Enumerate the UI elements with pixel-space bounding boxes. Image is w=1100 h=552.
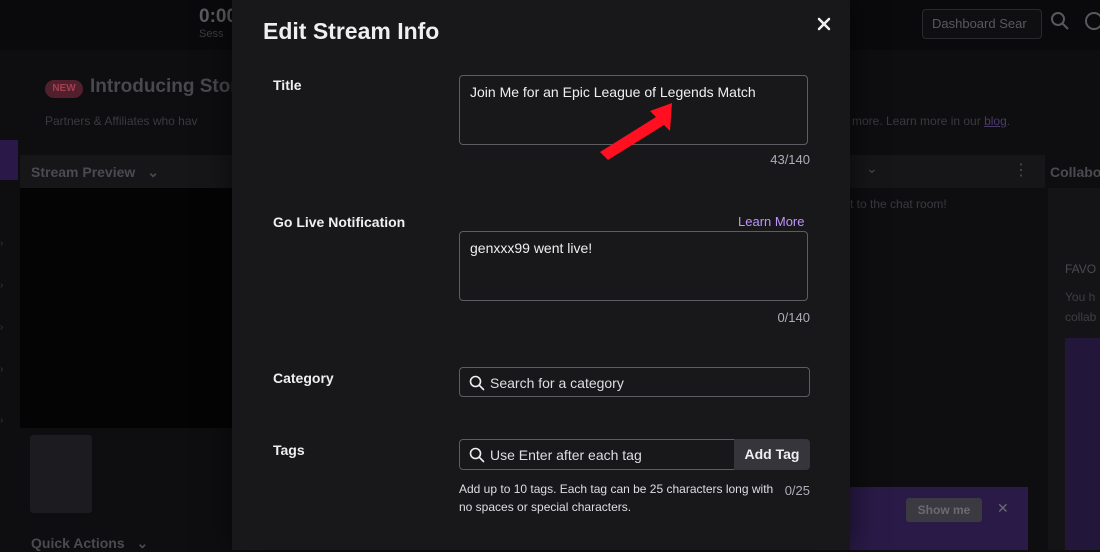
camera-placeholder-icon: [30, 435, 92, 513]
left-nav-arrow[interactable]: ›: [0, 322, 3, 333]
stream-preview-label: Stream Preview: [31, 164, 136, 180]
search-icon[interactable]: [1050, 11, 1070, 36]
quick-actions-title[interactable]: Quick Actions ⌄: [31, 535, 148, 552]
red-arrow-annotation: [600, 103, 672, 160]
tag-input[interactable]: Use Enter after each tag: [459, 439, 735, 470]
close-icon[interactable]: ✕: [997, 500, 1009, 517]
title-char-counter: 43/140: [770, 152, 810, 167]
favorites-line: collab: [1065, 310, 1097, 324]
search-icon: [469, 447, 485, 463]
blog-link[interactable]: blog: [984, 114, 1007, 128]
announcement-more-text: more. Learn more in our: [852, 114, 985, 128]
left-nav-active-marker: [0, 140, 18, 180]
modal-title: Edit Stream Info: [263, 18, 440, 44]
learn-more-link[interactable]: Learn More: [738, 214, 804, 229]
edit-stream-info-modal: Edit Stream Info Title Join Me for an Ep…: [232, 0, 850, 550]
announcement-title: Introducing Stor: [90, 76, 238, 97]
left-nav-arrow[interactable]: ›: [0, 280, 3, 291]
chat-welcome-text: t to the chat room!: [850, 197, 947, 211]
tags-label: Tags: [273, 442, 305, 458]
chevron-down-icon[interactable]: ⌄: [866, 160, 878, 177]
left-nav-arrow[interactable]: ›: [0, 238, 3, 249]
favorites-heading: FAVO: [1065, 262, 1097, 276]
quick-actions-label: Quick Actions: [31, 535, 125, 551]
title-label: Title: [273, 77, 302, 93]
tag-char-counter: 0/25: [784, 483, 810, 498]
dashboard-search-placeholder: Dashboard Sear: [932, 16, 1027, 31]
session-label: Sess: [199, 28, 224, 40]
search-icon: [469, 375, 485, 391]
announcement-text: Partners & Affiliates who hav: [45, 114, 198, 128]
favorites-line: You h: [1065, 290, 1096, 304]
collab-title: Collabo: [1050, 164, 1100, 180]
close-button[interactable]: [812, 12, 836, 36]
announcement-text-end: more. Learn more in our blog.: [852, 114, 1011, 128]
chevron-down-icon: ⌄: [147, 164, 159, 180]
close-icon: [817, 17, 831, 31]
stream-preview-title[interactable]: Stream Preview ⌄: [31, 164, 159, 181]
show-me-button[interactable]: Show me: [906, 498, 982, 522]
category-placeholder: Search for a category: [490, 375, 624, 391]
left-nav-arrow[interactable]: ›: [0, 415, 3, 426]
promo-card: [1065, 338, 1100, 550]
more-options-icon[interactable]: ⋮: [1013, 160, 1029, 180]
go-live-notification-label: Go Live Notification: [273, 214, 406, 230]
tag-placeholder: Use Enter after each tag: [490, 447, 642, 463]
left-nav-arrow[interactable]: ›: [0, 364, 3, 375]
go-live-notification-textarea[interactable]: genxxx99 went live!: [459, 231, 808, 301]
tags-help-text: Add up to 10 tags. Each tag can be 25 ch…: [459, 482, 774, 514]
category-label: Category: [273, 370, 334, 386]
category-search-input[interactable]: Search for a category: [459, 367, 810, 397]
new-badge: NEW: [45, 80, 83, 98]
add-tag-button[interactable]: Add Tag: [734, 439, 810, 470]
stream-preview-area: [20, 188, 232, 428]
notification-char-counter: 0/140: [777, 310, 810, 325]
favorites-text: You h collab: [1065, 287, 1096, 327]
help-icon[interactable]: [1084, 11, 1100, 36]
chevron-down-icon: ⌄: [136, 535, 149, 551]
